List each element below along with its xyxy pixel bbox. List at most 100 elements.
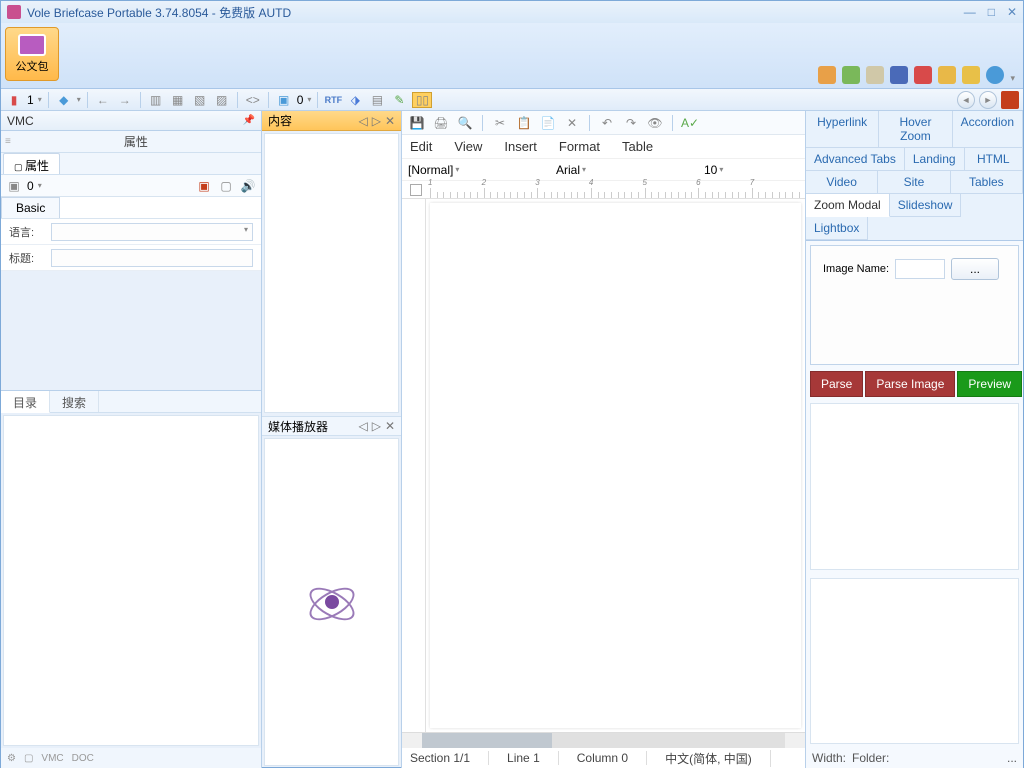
key-icon[interactable]: [938, 66, 956, 84]
image-name-label: Image Name:: [823, 263, 889, 275]
tool-icon-3[interactable]: ▧: [191, 92, 209, 108]
footer-icon-1[interactable]: ⚙: [7, 753, 16, 764]
more-button[interactable]: ...: [1007, 751, 1017, 765]
item-icon[interactable]: ▣: [5, 178, 23, 194]
editor-page[interactable]: [430, 203, 801, 728]
nav-back-button[interactable]: ◄: [957, 91, 975, 109]
style-select[interactable]: [Normal]: [408, 163, 548, 177]
tool-icon-2[interactable]: ▦: [169, 92, 187, 108]
wand-icon[interactable]: ✎: [390, 92, 408, 108]
content-body[interactable]: [264, 133, 399, 413]
tab-slideshow[interactable]: Slideshow: [890, 194, 962, 217]
code-icon[interactable]: <>: [244, 92, 262, 108]
palette-icon[interactable]: [818, 66, 836, 84]
highway-icon[interactable]: [890, 66, 908, 84]
nav-forward-button[interactable]: ►: [979, 91, 997, 109]
footer-icon-2[interactable]: ▢: [24, 753, 33, 764]
rtf-icon[interactable]: RTF: [324, 92, 342, 108]
menu-insert[interactable]: Insert: [504, 139, 537, 154]
language-select[interactable]: ▾: [51, 223, 253, 241]
tab-tables[interactable]: Tables: [951, 171, 1023, 194]
sound-icon[interactable]: 🔊: [239, 178, 257, 194]
powerpoint-icon[interactable]: [1001, 91, 1019, 109]
tree-icon[interactable]: [842, 66, 860, 84]
menu-view[interactable]: View: [454, 139, 482, 154]
font-select[interactable]: Arial: [556, 163, 696, 177]
title-input[interactable]: [51, 249, 253, 267]
browse-button[interactable]: ...: [951, 258, 999, 280]
footer-vmc[interactable]: VMC: [41, 753, 63, 764]
title-row: 标题:: [1, 245, 261, 271]
right-area-1[interactable]: [810, 403, 1019, 570]
flag-icon[interactable]: [914, 66, 932, 84]
close-button[interactable]: ✕: [1007, 5, 1017, 19]
search-tab[interactable]: 搜索: [50, 391, 99, 412]
tab-html[interactable]: HTML: [965, 148, 1023, 171]
tool-icon-5[interactable]: ▤: [368, 92, 386, 108]
back-icon[interactable]: ←: [94, 92, 112, 108]
media-next-icon[interactable]: ▷: [372, 419, 381, 433]
tab-landing[interactable]: Landing: [905, 148, 965, 171]
ppt-icon[interactable]: ▣: [195, 178, 213, 194]
clock-icon[interactable]: [962, 66, 980, 84]
catalog-body[interactable]: [3, 415, 259, 746]
tab-lightbox[interactable]: Lightbox: [806, 217, 868, 240]
briefcase-button[interactable]: 公文包: [5, 27, 59, 81]
tab-accordion[interactable]: Accordion: [953, 111, 1023, 148]
media-prev-icon[interactable]: ◁: [358, 419, 367, 433]
folder-icon[interactable]: ▣: [275, 92, 293, 108]
layout-icon[interactable]: ▯▯: [412, 92, 432, 108]
stack-icon[interactable]: ◆: [55, 92, 73, 108]
find-icon[interactable]: 👁: [646, 115, 664, 131]
pin-icon[interactable]: 📌: [243, 115, 255, 126]
check-icon[interactable]: A✓: [681, 115, 699, 131]
chart-icon[interactable]: ▮: [5, 92, 23, 108]
media-close-icon[interactable]: ✕: [385, 419, 395, 433]
basic-tab[interactable]: Basic: [1, 197, 60, 218]
next-icon[interactable]: ▷: [372, 114, 381, 128]
footer-doc[interactable]: DOC: [72, 753, 94, 764]
catalog-tab[interactable]: 目录: [1, 391, 50, 413]
minimize-button[interactable]: —: [964, 5, 976, 19]
info-icon[interactable]: [986, 66, 1004, 84]
paste-icon[interactable]: 📄: [539, 115, 557, 131]
tab-zoommodal[interactable]: Zoom Modal: [806, 194, 890, 217]
properties-tab[interactable]: ▢ 属性: [3, 153, 60, 174]
size-select[interactable]: 10: [704, 163, 744, 177]
tool-icon-4[interactable]: ▨: [213, 92, 231, 108]
screen-icon[interactable]: ▢: [217, 178, 235, 194]
undo-icon[interactable]: ↶: [598, 115, 616, 131]
tab-hyperlink[interactable]: Hyperlink: [806, 111, 879, 148]
width-label: Width:: [812, 751, 846, 765]
parse-image-button[interactable]: Parse Image: [865, 371, 955, 397]
vertical-ruler: [402, 199, 426, 732]
parse-button[interactable]: Parse: [810, 371, 863, 397]
tab-advtabs[interactable]: Advanced Tabs: [806, 148, 905, 171]
tab-video[interactable]: Video: [806, 171, 878, 194]
tags-icon[interactable]: ⬗: [346, 92, 364, 108]
dropdown-icon[interactable]: ▾: [1010, 73, 1015, 84]
menu-table[interactable]: Table: [622, 139, 653, 154]
menu-format[interactable]: Format: [559, 139, 600, 154]
close-panel-icon[interactable]: ✕: [385, 114, 395, 128]
image-name-input[interactable]: [895, 259, 945, 279]
book-icon[interactable]: [866, 66, 884, 84]
window-title: Vole Briefcase Portable 3.74.8054 - 免费版 …: [27, 4, 291, 21]
copy-icon[interactable]: 📋: [515, 115, 533, 131]
print-icon[interactable]: 🖨: [432, 115, 450, 131]
maximize-button[interactable]: □: [988, 5, 995, 19]
tab-hoverzoom[interactable]: Hover Zoom: [879, 111, 952, 148]
right-area-2[interactable]: [810, 578, 1019, 745]
tab-site[interactable]: Site: [878, 171, 950, 194]
save-icon[interactable]: 💾: [408, 115, 426, 131]
zoom-icon[interactable]: 🔍: [456, 115, 474, 131]
prev-icon[interactable]: ◁: [358, 114, 367, 128]
tool-icon-1[interactable]: ▥: [147, 92, 165, 108]
cut-icon[interactable]: ✂: [491, 115, 509, 131]
redo-icon[interactable]: ↷: [622, 115, 640, 131]
delete-icon[interactable]: ✕: [563, 115, 581, 131]
forward-icon[interactable]: →: [116, 92, 134, 108]
horizontal-scrollbar[interactable]: [402, 732, 805, 748]
preview-button[interactable]: Preview: [957, 371, 1022, 397]
menu-edit[interactable]: Edit: [410, 139, 432, 154]
